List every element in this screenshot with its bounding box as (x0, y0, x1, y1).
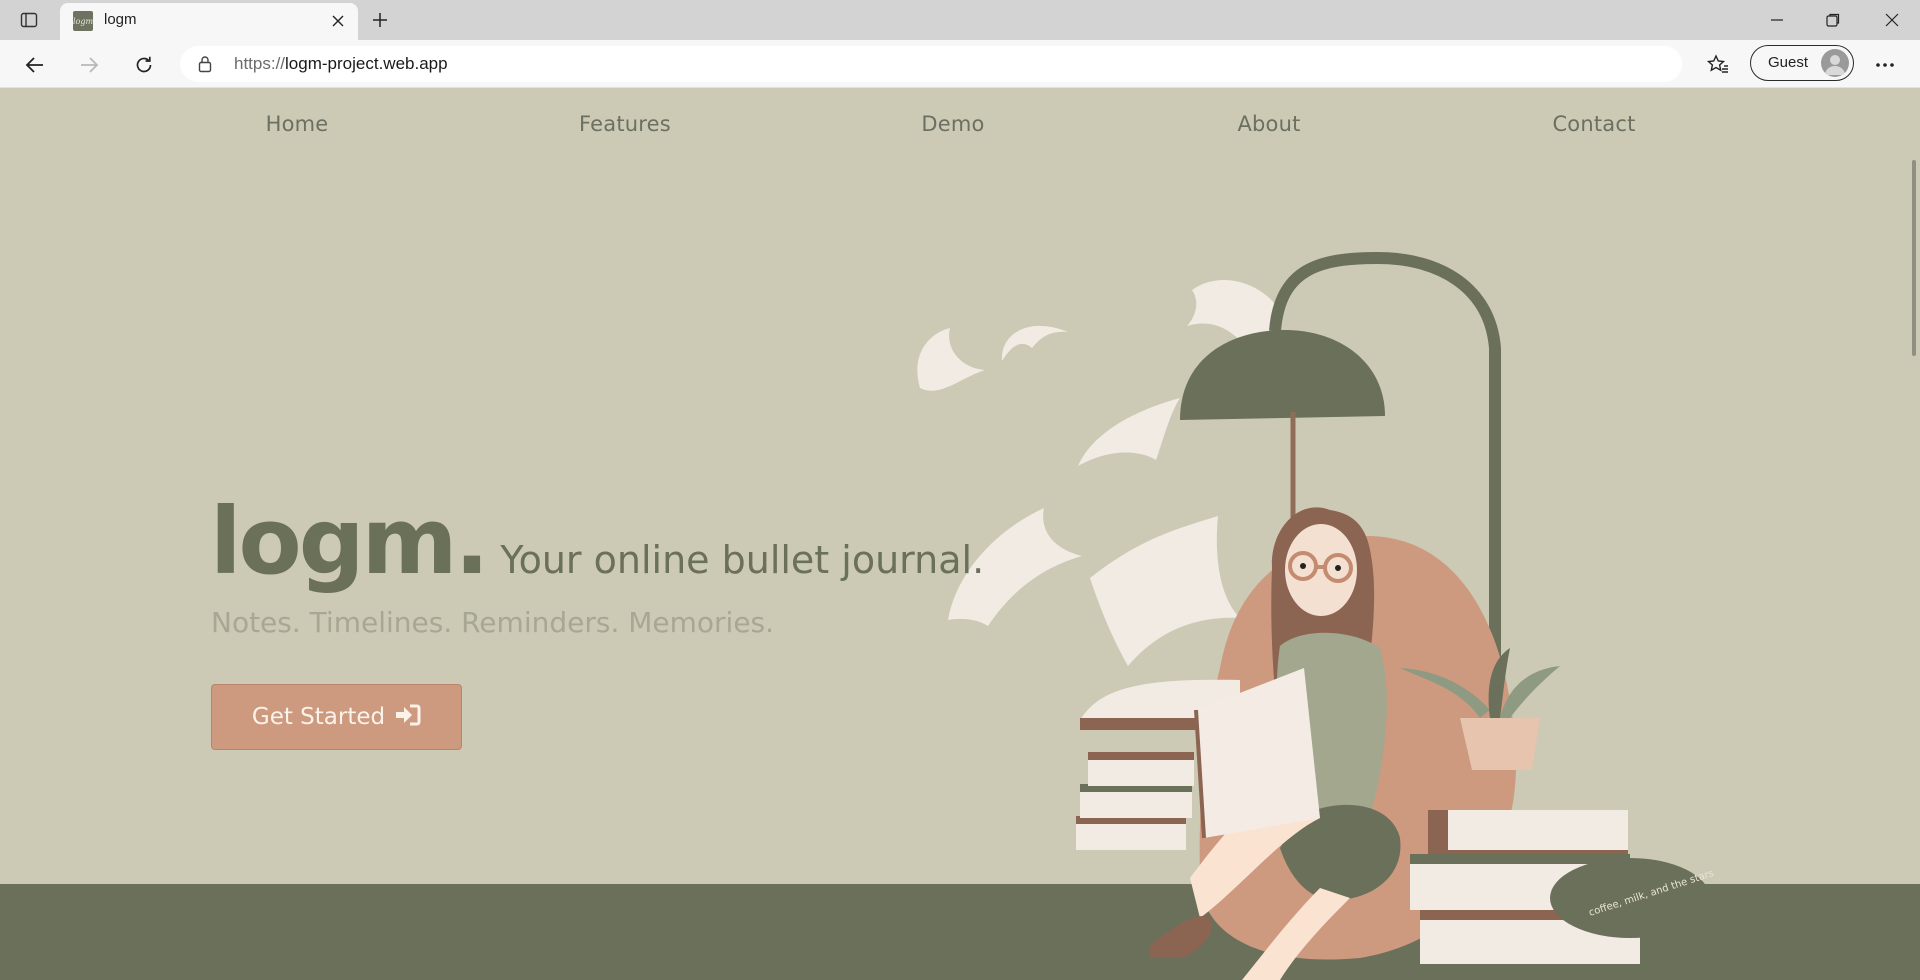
paper-1 (917, 328, 985, 391)
main-nav: Home Features Demo About Contact (0, 88, 1920, 164)
refresh-icon[interactable] (127, 48, 161, 82)
forward-icon[interactable] (72, 48, 106, 82)
url-scheme: https:// (234, 54, 286, 73)
page-scrollbar[interactable] (1906, 88, 1920, 980)
tab-title: logm (104, 11, 137, 28)
get-started-button[interactable]: Get Started (211, 684, 462, 750)
more-options-icon[interactable] (1868, 48, 1902, 82)
brand-logo-text: logm. (210, 488, 489, 595)
paper-4 (1078, 398, 1180, 466)
sign-in-icon (395, 704, 421, 730)
minimize-icon[interactable] (1749, 0, 1805, 40)
lock-icon[interactable] (198, 55, 212, 77)
url-host: logm-project.web.app (285, 54, 448, 73)
avatar-icon (1821, 49, 1849, 77)
nav-contact[interactable]: Contact (1552, 112, 1635, 136)
paper-6 (1090, 516, 1240, 666)
lamp-shade (1180, 330, 1385, 420)
favorites-icon[interactable] (1701, 48, 1735, 82)
browser-tab[interactable]: logm logm (60, 3, 358, 40)
url-text[interactable]: https://logm-project.web.app (234, 54, 448, 74)
paper-2 (1001, 325, 1068, 361)
new-tab-icon[interactable] (368, 8, 392, 32)
back-icon[interactable] (18, 48, 52, 82)
nav-about[interactable]: About (1237, 112, 1300, 136)
nav-features[interactable]: Features (579, 112, 671, 136)
browser-toolbar: https://logm-project.web.app Guest (0, 40, 1920, 88)
profile-label: Guest (1768, 54, 1809, 71)
page-viewport: Home Features Demo About Contact coffee,… (0, 88, 1920, 980)
favicon-text: logm (72, 16, 94, 26)
hero-heading: logm. Your online bullet journal. (210, 488, 984, 595)
scrollbar-thumb[interactable] (1912, 160, 1916, 356)
close-tab-icon[interactable] (328, 11, 348, 31)
nav-demo[interactable]: Demo (921, 112, 984, 136)
profile-button[interactable]: Guest (1750, 45, 1854, 81)
hero-illustration: coffee, milk, and the stars (917, 251, 1715, 980)
hero-subtitle: Notes. Timelines. Reminders. Memories. (211, 606, 775, 639)
restore-icon[interactable] (1805, 0, 1861, 40)
browser-tabstrip: logm logm (0, 0, 1920, 40)
tab-actions-icon[interactable] (18, 9, 40, 31)
close-window-icon[interactable] (1864, 0, 1920, 40)
nav-home[interactable]: Home (266, 112, 329, 136)
hero-tagline: Your online bullet journal. (500, 538, 985, 582)
get-started-label: Get Started (251, 704, 386, 730)
site-favicon: logm (73, 11, 93, 31)
address-bar[interactable]: https://logm-project.web.app (180, 46, 1682, 82)
